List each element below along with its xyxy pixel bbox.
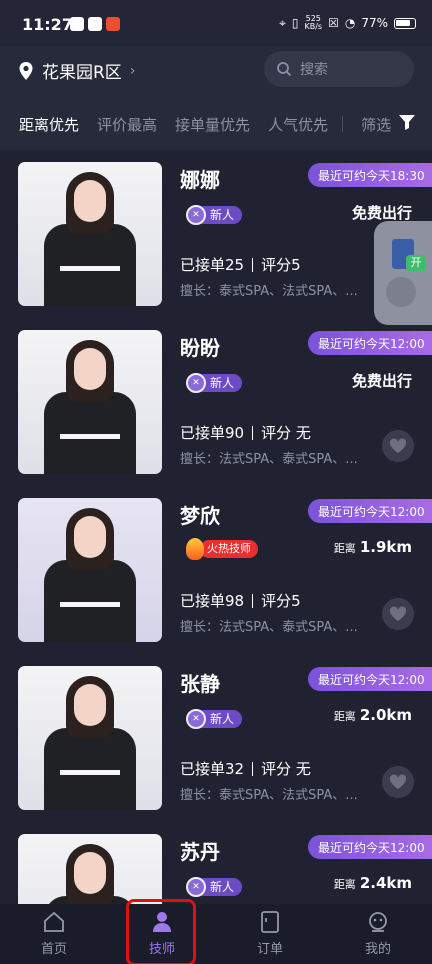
technician-photo: [18, 666, 162, 810]
free-travel-label: 免费出行: [351, 372, 412, 390]
location-selector[interactable]: 花果园R区 ›: [18, 58, 135, 83]
location-pin-icon: [19, 61, 33, 80]
availability-tag: 最近可约 今天12:00: [308, 331, 432, 355]
notification-icons: [70, 17, 120, 31]
no-sim-icon: ☒: [328, 16, 339, 30]
technician-photo: [18, 498, 162, 642]
hot-technician-badge: 火热技师: [186, 538, 258, 560]
technician-card[interactable]: 娜娜 最近可约 今天18:30 ✕ 新人 免费出行 已接单25 评分5 擅长：泰式SP…: [0, 150, 432, 318]
battery-icon: [394, 17, 416, 29]
floating-ball-icon: [386, 277, 416, 307]
search-input[interactable]: 搜索: [264, 51, 414, 87]
distance-info: 距离 2.4km: [333, 874, 412, 892]
technician-skills: 擅长：法式SPA、泰式SPA、...: [180, 452, 358, 467]
favorite-button[interactable]: [382, 598, 414, 630]
technician-stats: 已接单25 评分5: [180, 256, 301, 274]
home-icon: [44, 911, 64, 932]
favorite-button[interactable]: [382, 766, 414, 798]
technician-stats: 已接单90 评分 无: [180, 424, 311, 442]
search-icon: [277, 62, 292, 77]
tab-rating-highest[interactable]: 评价最高: [97, 114, 157, 135]
nav-orders[interactable]: 订单: [216, 904, 324, 964]
tab-distance-first[interactable]: 距离优先: [19, 114, 79, 135]
technician-stats: 已接单98 评分5: [180, 592, 301, 610]
network-speed: 525 KB/s: [304, 14, 323, 31]
technician-skills: 擅长：泰式SPA、法式SPA、...: [180, 788, 358, 803]
chevron-right-icon: ›: [129, 62, 136, 79]
filter-button[interactable]: 筛选: [361, 114, 391, 135]
technician-photo: [18, 162, 162, 306]
sort-tabs: 距离优先 评价最高 接单量优先 人气优先 筛选: [0, 108, 432, 140]
open-label: 开: [406, 255, 426, 271]
new-badge: ✕ 新人: [186, 877, 243, 897]
nav-technician[interactable]: 技师: [108, 904, 216, 964]
technician-card[interactable]: 张静 最近可约 今天12:00 ✕ 新人 距离 2.0km 已接单32 评分 无 擅长：…: [0, 654, 432, 822]
availability-tag: 最近可约 今天18:30: [308, 163, 432, 187]
status-bar: 11:27 ⌖ ▯ 525 KB/s ☒ ◔ 77%: [0, 0, 432, 46]
technician-name: 梦欣: [180, 504, 220, 528]
search-placeholder: 搜索: [300, 62, 328, 78]
tab-order-count[interactable]: 接单量优先: [175, 114, 250, 135]
technician-photo: [18, 330, 162, 474]
heart-icon: [389, 774, 407, 789]
notification-icon: [70, 17, 84, 31]
technician-photo: [18, 834, 162, 904]
status-time: 11:27: [22, 15, 73, 34]
technician-stats: 已接单32 评分 无: [180, 760, 311, 778]
favorite-button[interactable]: [382, 430, 414, 462]
filter-icon[interactable]: [398, 114, 416, 130]
order-icon: [261, 911, 279, 933]
tab-popularity[interactable]: 人气优先: [268, 114, 328, 135]
technician-list[interactable]: 娜娜 最近可约 今天18:30 ✕ 新人 免费出行 已接单25 评分5 擅长：泰式SP…: [0, 150, 432, 904]
technician-skills: 擅长：泰式SPA、法式SPA、...: [180, 284, 358, 299]
technician-card[interactable]: 梦欣 最近可约 今天12:00 火热技师 距离 1.9km 已接单98 评分5 擅长：…: [0, 486, 432, 654]
bottom-nav: 首页 技师 订单 我的: [0, 904, 432, 964]
vibrate-icon: ▯: [291, 16, 299, 30]
wifi-icon: ◔: [344, 16, 356, 30]
new-badge: ✕ 新人: [186, 373, 243, 393]
person-icon: [153, 912, 171, 932]
distance-info: 距离 2.0km: [333, 706, 412, 724]
technician-name: 娜娜: [180, 168, 220, 192]
technician-card[interactable]: 盼盼 最近可约 今天12:00 ✕ 新人 免费出行 已接单90 评分 无 擅长：法式S…: [0, 318, 432, 486]
new-badge-icon: ✕: [186, 205, 206, 225]
heart-icon: [389, 438, 407, 453]
floating-app-widget[interactable]: 开: [374, 221, 432, 325]
technician-card[interactable]: 苏丹 最近可约 今天12:00 ✕ 新人 距离 2.4km: [0, 822, 432, 904]
distance-info: 距离 1.9km: [333, 538, 412, 556]
technician-name: 张静: [180, 672, 220, 696]
availability-tag: 最近可约 今天12:00: [308, 499, 432, 523]
battery-percent: 77%: [361, 16, 388, 30]
location-status-icon: ⌖: [279, 15, 286, 30]
profile-icon: [369, 912, 387, 932]
location-label: 花果园R区: [42, 63, 122, 83]
availability-tag: 最近可约 今天12:00: [308, 835, 432, 859]
availability-tag: 最近可约 今天12:00: [308, 667, 432, 691]
nav-profile[interactable]: 我的: [324, 904, 432, 964]
new-badge-icon: ✕: [186, 877, 206, 897]
heart-icon: [389, 606, 407, 621]
fire-icon: [186, 538, 204, 560]
new-badge-icon: ✕: [186, 709, 206, 729]
technician-name: 盼盼: [180, 336, 220, 360]
free-travel-label: 免费出行: [351, 204, 412, 222]
notification-icon: [88, 17, 102, 31]
technician-name: 苏丹: [180, 840, 220, 864]
new-badge-icon: ✕: [186, 373, 206, 393]
status-right: ⌖ ▯ 525 KB/s ☒ ◔ 77%: [279, 15, 416, 31]
notification-icon: [106, 17, 120, 31]
tab-divider: [342, 116, 344, 132]
new-badge: ✕ 新人: [186, 205, 243, 225]
new-badge: ✕ 新人: [186, 709, 243, 729]
nav-home[interactable]: 首页: [0, 904, 108, 964]
technician-skills: 擅长：法式SPA、泰式SPA、...: [180, 620, 358, 635]
